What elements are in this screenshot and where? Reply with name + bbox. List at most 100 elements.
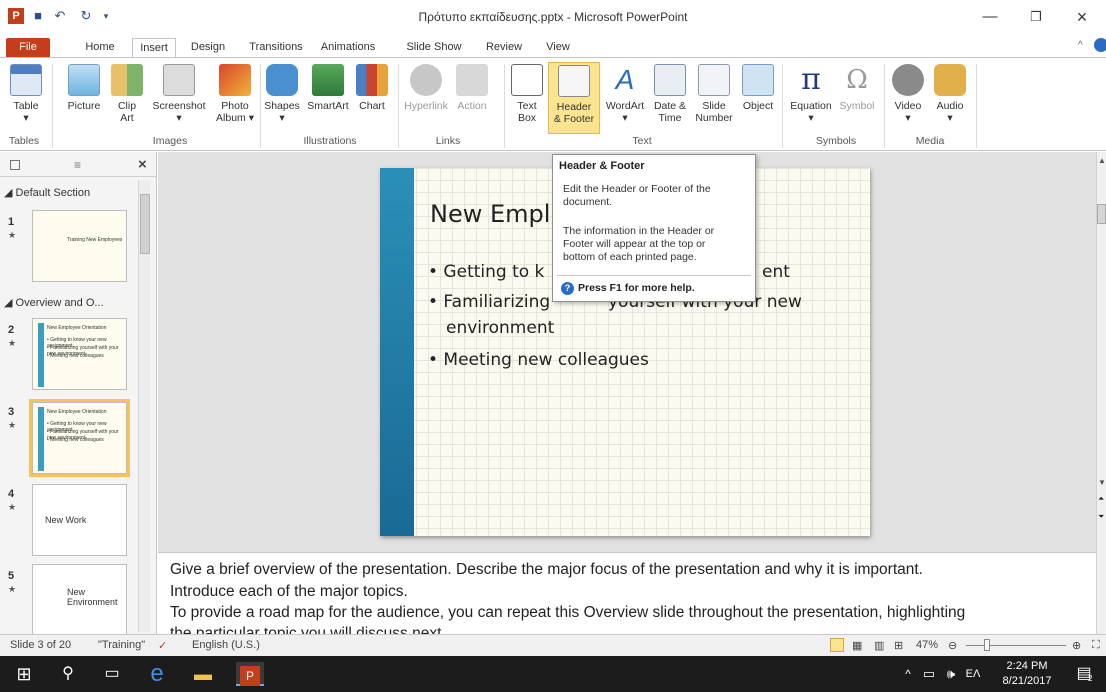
slide-sorter-icon[interactable]: ▦: [852, 639, 862, 652]
date-time-button[interactable]: Date & Time: [650, 62, 690, 134]
wordart-button[interactable]: A WordArt ▾: [602, 62, 648, 134]
picture-button[interactable]: Picture: [62, 62, 106, 134]
clock-time[interactable]: 2:24 PM: [1000, 660, 1054, 672]
slide-thumbnail-4[interactable]: New Work: [32, 484, 127, 556]
photo-album-label: Photo: [221, 100, 249, 112]
clip-art-icon: [111, 64, 143, 96]
slide-bullet[interactable]: environment: [446, 318, 554, 338]
equation-button[interactable]: π Equation ▾: [786, 62, 836, 134]
date-time-icon: [654, 64, 686, 96]
volume-icon[interactable]: 🕪: [942, 662, 960, 686]
minimize-icon[interactable]: —: [968, 4, 1012, 30]
zoom-slider-thumb[interactable]: [984, 639, 990, 651]
normal-view-icon[interactable]: [830, 638, 844, 652]
tooltip-text: Footer will appear at the top or: [563, 238, 706, 250]
slide-thumbnail-5[interactable]: New Environment: [32, 564, 127, 636]
windows-taskbar: ⊞ ⚲ ▭ e ▬ P ^ ▭ 🕪 ΕΛ 2:24 PM 8/21/2017 ▤…: [0, 656, 1106, 692]
wordart-dropdown: ▾: [622, 112, 628, 124]
slide-bullet[interactable]: ent: [762, 262, 790, 282]
spellcheck-icon[interactable]: ✓: [158, 639, 167, 652]
photo-album-button[interactable]: Photo Album ▾: [212, 62, 258, 134]
slide-thumbnail-2[interactable]: New Employee Orientation • Getting to kn…: [32, 318, 127, 390]
slide-scrollbar[interactable]: ▲ ▼ ⏶ ⏷: [1096, 152, 1106, 634]
tooltip-title: Header & Footer: [559, 160, 645, 172]
notes-line: Give a brief overview of the presentatio…: [170, 561, 923, 578]
tab-review[interactable]: Review: [482, 38, 526, 58]
slideshow-view-icon[interactable]: ⊞: [894, 639, 903, 652]
video-button[interactable]: Video ▾: [888, 62, 928, 134]
zoom-out-icon[interactable]: ⊖: [948, 639, 957, 652]
help-icon[interactable]: [1094, 38, 1106, 52]
chart-button[interactable]: Chart: [354, 62, 390, 134]
symbol-button[interactable]: Ω Symbol: [836, 62, 878, 134]
scroll-thumb[interactable]: [1097, 204, 1106, 224]
previous-slide-icon[interactable]: ⏶: [1098, 494, 1104, 504]
close-icon[interactable]: ×: [1060, 4, 1104, 30]
section-header[interactable]: ◢ Default Section: [4, 186, 90, 199]
zoom-level[interactable]: 47%: [916, 639, 938, 651]
theme-name: "Training": [98, 639, 146, 651]
slide-bullet[interactable]: • Familiarizing: [428, 292, 550, 312]
input-language[interactable]: ΕΛ: [960, 662, 986, 686]
action-button[interactable]: Action: [452, 62, 492, 134]
tooltip-help-text: Press F1 for more help.: [578, 282, 695, 294]
text-box-button[interactable]: Text Box: [510, 62, 544, 134]
network-icon[interactable]: ▭: [920, 662, 938, 686]
tab-design[interactable]: Design: [186, 38, 230, 58]
scroll-down-icon[interactable]: ▼: [1098, 478, 1106, 487]
smartart-button[interactable]: SmartArt: [304, 62, 352, 134]
clip-art-button[interactable]: Clip Art: [110, 62, 144, 134]
show-hidden-icons-icon[interactable]: ^: [900, 662, 916, 686]
search-icon[interactable]: ⚲: [56, 662, 80, 686]
slide-number-button[interactable]: Slide Number: [692, 62, 736, 134]
clip-art-label2: Art: [120, 112, 134, 124]
section-header[interactable]: ◢ Overview and O...: [4, 296, 104, 309]
clock-date[interactable]: 8/21/2017: [1000, 675, 1054, 687]
slide-bullet[interactable]: • Meeting new colleagues: [428, 350, 649, 370]
tab-file[interactable]: File: [6, 38, 50, 58]
minimize-ribbon-icon[interactable]: ^: [1078, 40, 1083, 51]
outline-tab-icon[interactable]: ≡: [74, 158, 81, 172]
hyperlink-label: Hyperlink: [404, 100, 448, 112]
tab-view[interactable]: View: [540, 38, 576, 58]
tab-slide-show[interactable]: Slide Show: [404, 38, 464, 58]
shapes-button[interactable]: Shapes ▾: [262, 62, 302, 134]
slide-thumbnail-1[interactable]: Training New Employees: [32, 210, 127, 282]
zoom-slider[interactable]: [966, 645, 1066, 646]
slide-indicator: Slide 3 of 20: [10, 639, 72, 651]
next-slide-icon[interactable]: ⏷: [1098, 512, 1104, 522]
header-footer-button[interactable]: Header & Footer: [548, 62, 600, 134]
zoom-in-icon[interactable]: ⊕: [1072, 639, 1081, 652]
text-box-icon: [511, 64, 543, 96]
task-view-icon[interactable]: ▭: [100, 662, 124, 686]
table-button[interactable]: Table ▾: [6, 62, 46, 134]
tab-animations[interactable]: Animations: [316, 38, 380, 58]
tab-home[interactable]: Home: [80, 38, 120, 58]
tooltip-text: Edit the Header or Footer of the: [563, 183, 711, 195]
window-title: Πρότυπο εκπαίδευσης.pptx - Microsoft Pow…: [418, 10, 688, 24]
screenshot-button[interactable]: Screenshot ▾: [148, 62, 210, 134]
fit-slide-icon[interactable]: ⛶: [1092, 639, 1100, 652]
thumb-title: New Employee Orientation: [47, 325, 107, 331]
scroll-thumb[interactable]: [140, 194, 150, 254]
reading-view-icon[interactable]: ▥: [874, 639, 884, 652]
thumbnail-scrollbar[interactable]: [138, 180, 150, 632]
restore-icon[interactable]: ❐: [1014, 4, 1058, 30]
scroll-up-icon[interactable]: ▲: [1098, 156, 1106, 165]
tab-transitions[interactable]: Transitions: [246, 38, 306, 58]
slides-tab-icon[interactable]: [10, 160, 20, 170]
file-explorer-icon[interactable]: ▬: [190, 662, 216, 686]
audio-button[interactable]: Audio ▾: [930, 62, 970, 134]
hyperlink-button[interactable]: Hyperlink: [402, 62, 450, 134]
object-button[interactable]: Object: [738, 62, 778, 134]
edge-icon[interactable]: e: [144, 662, 170, 686]
tab-insert[interactable]: Insert: [132, 38, 176, 58]
language-indicator[interactable]: English (U.S.): [192, 639, 260, 651]
powerpoint-taskbar-icon[interactable]: P: [236, 662, 264, 686]
slide-bullet[interactable]: • Getting to k: [428, 262, 544, 282]
slide-title[interactable]: New Empl: [430, 200, 550, 228]
notes-pane[interactable]: Give a brief overview of the presentatio…: [158, 552, 1096, 635]
close-pane-icon[interactable]: ×: [138, 156, 147, 173]
start-icon[interactable]: ⊞: [12, 662, 36, 686]
slide-thumbnail-3[interactable]: New Employee Orientation • Getting to kn…: [29, 399, 130, 477]
